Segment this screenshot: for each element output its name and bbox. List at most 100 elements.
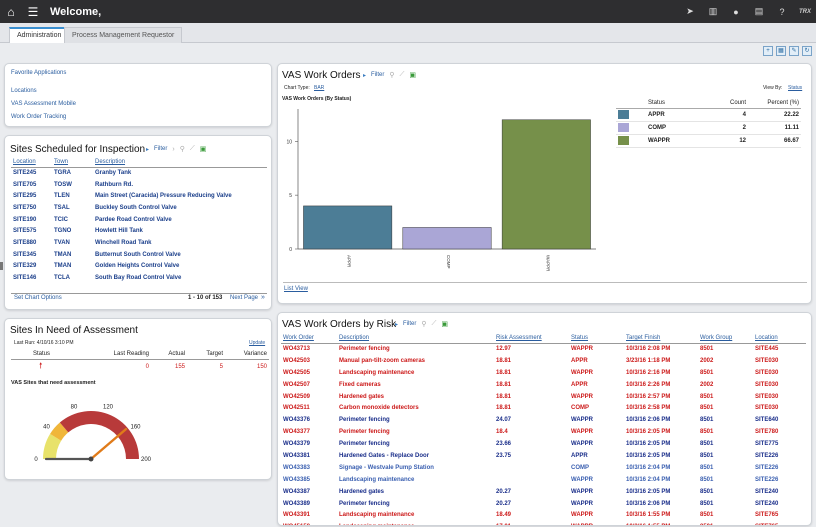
- table-row[interactable]: SITE245 TGRA Granby Tank: [11, 167, 267, 179]
- cell-risk-assessment: 23.66: [496, 441, 512, 448]
- column-header-description[interactable]: Description: [93, 158, 267, 168]
- reports-icon[interactable]: ▥: [706, 6, 720, 17]
- layout-icon[interactable]: ▦: [776, 46, 786, 56]
- cell-status: WAPPR: [571, 417, 594, 424]
- next-page-arrow-icon[interactable]: »: [261, 294, 265, 301]
- legend-count: 12: [696, 134, 748, 148]
- search-icon[interactable]: ⚲: [180, 145, 185, 153]
- table-row[interactable]: WO43381 Hardened Gates - Replace Door 23.7…: [281, 450, 806, 462]
- table-row[interactable]: WO42511 Carbon monoxide detectors 18.81 COM…: [281, 402, 806, 414]
- column-header-work-group[interactable]: Work Group: [698, 334, 753, 344]
- search-icon[interactable]: ⚲: [421, 320, 426, 328]
- cell-work-order: WO43383: [283, 464, 311, 471]
- download-icon[interactable]: ▣: [409, 71, 416, 79]
- table-row[interactable]: WO42507 Fixed cameras 18.81 APPR 10/3/16 2:2…: [281, 379, 806, 391]
- column-header-status[interactable]: Status: [569, 334, 624, 344]
- table-row[interactable]: WO43387 Hardened gates 20.27 WAPPR 10/3/16 2…: [281, 486, 806, 498]
- gauge-tick-label: 40: [43, 425, 50, 431]
- cell-description: Landscaping maintenance: [339, 512, 415, 519]
- cell-status: APPR: [571, 452, 588, 459]
- cell-target-finish: 10/3/16 2:26 PM: [626, 381, 671, 388]
- tab-process-management-requestor[interactable]: Process Management Requestor: [64, 27, 183, 43]
- pencil-icon[interactable]: ⟋: [190, 145, 195, 153]
- pencil-icon[interactable]: ⟋: [432, 320, 437, 328]
- table-row[interactable]: WO43377 Perimeter fencing 18.4 WAPPR 10/3/16…: [281, 426, 806, 438]
- legend-row[interactable]: COMP 2 11.11: [616, 121, 801, 135]
- help-icon[interactable]: ?: [775, 7, 789, 17]
- cell-target-finish: 10/3/16 2:58 PM: [626, 405, 671, 412]
- column-header-location[interactable]: Location: [753, 334, 806, 344]
- table-row[interactable]: WO43391 Landscaping maintenance 18.49 WAPPR…: [281, 509, 806, 521]
- bar-wappr[interactable]: [501, 119, 591, 250]
- collapse-handle[interactable]: [0, 262, 3, 270]
- filter-link[interactable]: Filter: [154, 146, 167, 152]
- legend-row[interactable]: APPR 4 22.22: [616, 108, 801, 122]
- filter-toggle-icon[interactable]: ▸: [363, 72, 366, 79]
- home-icon[interactable]: ⌂: [0, 0, 22, 23]
- add-portlet-icon[interactable]: +: [763, 46, 773, 56]
- bar-comp[interactable]: [402, 227, 492, 250]
- column-header-town[interactable]: Town: [52, 158, 93, 168]
- update-link[interactable]: Update: [249, 340, 265, 346]
- filter-link[interactable]: Filter: [371, 72, 384, 78]
- send-icon[interactable]: ➤: [683, 6, 697, 17]
- table-row[interactable]: SITE190 TCIC Pardee Road Control Valve: [11, 214, 267, 226]
- table-row[interactable]: SITE750 TSAL Buckley South Control Valve: [11, 202, 267, 214]
- y-tick-label: 0: [289, 247, 292, 253]
- column-header-description[interactable]: Description: [337, 334, 494, 344]
- favorite-link-work-order-tracking[interactable]: Work Order Tracking: [11, 114, 66, 120]
- search-icon[interactable]: ⚲: [389, 71, 394, 79]
- pencil-icon[interactable]: ⟋: [400, 71, 405, 79]
- column-header-risk-assessment[interactable]: Risk Assessment: [494, 334, 569, 344]
- table-row[interactable]: SITE880 TVAN Winchell Road Tank: [11, 237, 267, 249]
- legend-row[interactable]: WAPPR 12 66.67: [616, 134, 801, 148]
- bar-appr[interactable]: [303, 205, 393, 250]
- download-icon[interactable]: ▣: [441, 320, 448, 328]
- cell-description: Butternut South Control Valve: [95, 251, 181, 258]
- table-row[interactable]: SITE345 TMAN Butternut South Control Valve: [11, 249, 267, 261]
- table-row[interactable]: WO43389 Perimeter fencing 20.27 WAPPR 10/3/1…: [281, 498, 806, 510]
- cell-description: Perimeter fencing: [339, 500, 390, 507]
- clear-filter-icon[interactable]: ›: [172, 146, 174, 153]
- tab-administration[interactable]: Administration: [9, 27, 70, 43]
- column-header-location[interactable]: Location: [11, 158, 52, 168]
- cell-town: TLEN: [54, 193, 70, 200]
- table-row[interactable]: SITE146 TCLA South Bay Road Control Valve: [11, 272, 267, 284]
- table-row[interactable]: WO45158Landscaping maintenance17.01WAPPR…: [281, 521, 806, 525]
- table-row[interactable]: SITE329 TMAN Golden Heights Control Valve: [11, 261, 267, 273]
- table-row[interactable]: SITE705 TOSW Rathburn Rd.: [11, 179, 267, 191]
- table-row[interactable]: WO43713 Perimeter fencing 12.97 WAPPR 10/3/1…: [281, 343, 806, 355]
- filter-link[interactable]: Filter: [403, 321, 416, 327]
- list-view-link[interactable]: List View: [284, 286, 308, 292]
- chart-type-select[interactable]: BAR: [314, 85, 324, 91]
- favorite-link-locations[interactable]: Locations: [11, 88, 37, 94]
- next-page-link[interactable]: Next Page: [230, 295, 258, 301]
- table-row[interactable]: WO43379 Perimeter fencing 23.66 WAPPR 10/3/1…: [281, 438, 806, 450]
- settings-icon[interactable]: ▤: [752, 6, 766, 17]
- edit-icon[interactable]: ✎: [789, 46, 799, 56]
- filter-toggle-icon[interactable]: ▸: [395, 321, 398, 328]
- column-header-work-order[interactable]: Work Order: [281, 334, 337, 344]
- table-row[interactable]: SITE295 TLEN Main Street (Caracida) Pressu…: [11, 190, 267, 202]
- column-header-target-finish[interactable]: Target Finish: [624, 334, 698, 344]
- cell-status: WAPPR: [571, 441, 594, 448]
- cell-work-order: WO43713: [283, 346, 311, 353]
- menu-icon[interactable]: ☰: [22, 0, 44, 23]
- table-row[interactable]: WO42503 Manual pan-tilt-zoom cameras 18.81…: [281, 355, 806, 367]
- table-row[interactable]: WO43376 Perimeter fencing 24.07 WAPPR 10/3/1…: [281, 414, 806, 426]
- table-row[interactable]: SITE575 TGNO Howlett Hill Tank: [11, 225, 267, 237]
- cell-description: Pardee Road Control Valve: [95, 216, 172, 223]
- refresh-icon[interactable]: ↻: [802, 46, 812, 56]
- set-chart-options-link[interactable]: Set Chart Options: [14, 295, 62, 301]
- table-row[interactable]: WO42505 Landscaping maintenance 18.81 WAPPR…: [281, 367, 806, 379]
- table-row[interactable]: WO42509 Hardened gates 18.81 WAPPR 10/3/16 2…: [281, 391, 806, 403]
- user-icon[interactable]: ●: [729, 7, 743, 17]
- favorite-link-vas-assessment-mobile[interactable]: VAS Assessment Mobile: [11, 101, 76, 107]
- table-row[interactable]: WO43383 Signage - Westvale Pump Station CO…: [281, 462, 806, 474]
- cell-town: TVAN: [54, 239, 70, 246]
- cell-location: SITE780: [755, 429, 779, 436]
- view-by-select[interactable]: Status: [788, 85, 802, 91]
- table-row[interactable]: WO43385 Landscaping maintenance WAPPR 10/3/…: [281, 474, 806, 486]
- download-icon[interactable]: ▣: [200, 145, 207, 153]
- filter-toggle-icon[interactable]: ▸: [146, 146, 149, 153]
